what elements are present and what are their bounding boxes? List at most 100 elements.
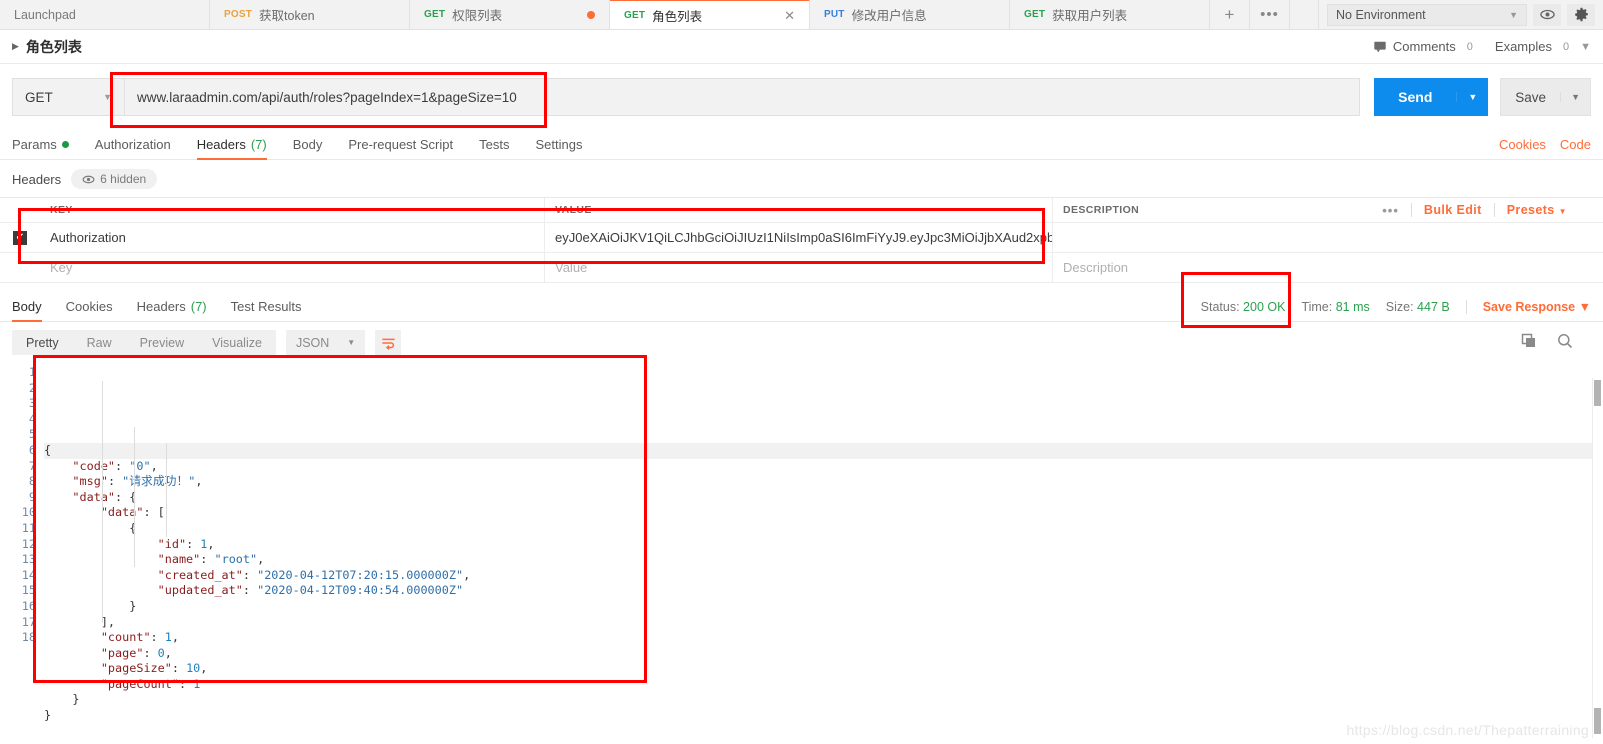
environment-area: No Environment ▼ <box>1319 0 1603 29</box>
environment-selected-label: No Environment <box>1336 7 1426 22</box>
gear-icon <box>1574 7 1588 22</box>
response-format-select[interactable]: JSON ▼ <box>285 330 366 355</box>
view-mode-pretty[interactable]: Pretty <box>12 336 73 350</box>
comments-label: Comments <box>1392 39 1456 54</box>
code-line: "id": 1, <box>157 536 215 551</box>
header-value-input[interactable]: Value <box>545 253 1053 282</box>
response-scrollbar-thumb[interactable] <box>1594 380 1601 406</box>
response-body-actions <box>1521 333 1591 352</box>
send-button[interactable]: Send ▼ <box>1374 78 1489 116</box>
tab-body[interactable]: Body <box>293 137 323 159</box>
code-line: "name": "root", <box>157 552 265 567</box>
fold-guide <box>166 443 167 537</box>
tab-label: Body <box>12 299 42 314</box>
hidden-headers-badge[interactable]: 6 hidden <box>71 169 158 189</box>
cookies-link[interactable]: Cookies <box>1499 137 1546 152</box>
copy-to-clipboard-button[interactable] <box>1521 333 1537 352</box>
save-response-button[interactable]: Save Response ▼ <box>1483 300 1591 314</box>
tab-role-list[interactable]: GET 角色列表 ✕ <box>610 0 810 29</box>
header-key-cell[interactable]: Authorization <box>40 223 545 252</box>
tab-method-badge: GET <box>624 10 646 21</box>
tab-tests[interactable]: Tests <box>479 137 509 159</box>
response-tab-cookies[interactable]: Cookies <box>66 299 113 321</box>
tab-modify-user[interactable]: PUT 修改用户信息 <box>810 0 1010 29</box>
chevron-down-icon: ▼ <box>1580 40 1591 53</box>
header-description-cell[interactable] <box>1053 223 1603 252</box>
table-row-empty[interactable]: Key Value Description <box>0 253 1603 283</box>
word-wrap-icon <box>382 338 395 350</box>
comments-count: 0 <box>1466 40 1473 53</box>
fold-guide <box>102 381 103 623</box>
response-body-code[interactable]: { "code": "0", "msg": "请求成功！", "data": {… <box>44 365 1603 724</box>
chevron-down-icon[interactable]: ▼ <box>1560 92 1590 102</box>
response-meta: Status: 200 OK Time: 81 ms Size: 447 B S… <box>1201 300 1591 321</box>
view-mode-visualize[interactable]: Visualize <box>198 336 276 350</box>
tab-method-badge: GET <box>1024 9 1046 20</box>
tab-user-list[interactable]: GET 获取用户列表 <box>1010 0 1210 29</box>
tab-permission-list[interactable]: GET 权限列表 <box>410 0 610 29</box>
settings-button[interactable] <box>1567 3 1595 26</box>
view-mode-preview[interactable]: Preview <box>126 336 198 350</box>
tab-pre-request-script[interactable]: Pre-request Script <box>348 137 453 159</box>
code-link[interactable]: Code <box>1560 137 1591 152</box>
tab-authorization[interactable]: Authorization <box>95 137 171 159</box>
code-line: { <box>44 442 1603 459</box>
comments-button[interactable]: Comments 0 <box>1373 39 1473 54</box>
table-row[interactable]: ✔ Authorization eyJ0eXAiOiJKV1QiLCJhbGci… <box>0 223 1603 253</box>
response-scrollbar-thumb-bottom[interactable] <box>1594 708 1601 734</box>
size-value: 447 B <box>1417 300 1450 314</box>
response-tab-headers[interactable]: Headers (7) <box>137 299 207 321</box>
environment-selector[interactable]: No Environment ▼ <box>1327 3 1527 26</box>
tab-label: Headers <box>196 137 246 152</box>
tab-params[interactable]: Params <box>12 137 69 159</box>
column-key: KEY <box>40 198 545 222</box>
header-value-value: eyJ0eXAiOiJKV1QiLCJhbGciOiJIUzI1NiIsImp0… <box>555 230 1052 245</box>
code-line: "updated_at": "2020-04-12T09:40:54.00000… <box>157 583 464 598</box>
examples-button[interactable]: Examples 0 ▼ <box>1495 39 1591 54</box>
new-tab-button[interactable]: + <box>1210 0 1250 29</box>
view-mode-raw[interactable]: Raw <box>73 336 126 350</box>
code-line: "pageCount": 1 <box>100 676 201 691</box>
request-url-input[interactable]: www.laraadmin.com/api/auth/roles?pageInd… <box>124 78 1361 116</box>
headers-table-tools: ••• Bulk Edit Presets ▼ <box>1370 203 1593 218</box>
bulk-edit-link[interactable]: Bulk Edit <box>1412 203 1494 217</box>
response-tab-test-results[interactable]: Test Results <box>231 299 302 321</box>
search-response-button[interactable] <box>1557 333 1573 352</box>
request-url-row: GET ▼ www.laraadmin.com/api/auth/roles?p… <box>0 64 1603 130</box>
expander-icon[interactable]: ▶ <box>12 41 19 52</box>
send-button-label: Send <box>1398 89 1433 105</box>
status-badge: Status: 200 OK <box>1201 300 1286 314</box>
tab-launchpad[interactable]: Launchpad <box>0 0 210 29</box>
tab-overflow-menu-icon[interactable]: ••• <box>1250 0 1290 29</box>
response-body-viewer[interactable]: 1 2 3 4 5 6 7 8 9 10 11 12 13 14 15 16 17 18 { "code": "0… <box>0 361 1603 724</box>
headers-count: (7) <box>250 137 267 152</box>
tab-label: 获取用户列表 <box>1052 9 1128 23</box>
params-active-dot <box>61 141 69 148</box>
header-value-cell[interactable]: eyJ0eXAiOiJKV1QiLCJhbGciOiJIUzI1NiIsImp0… <box>545 223 1053 252</box>
tab-get-token[interactable]: POST 获取token <box>210 0 410 29</box>
code-line: ], <box>100 614 116 629</box>
word-wrap-toggle[interactable] <box>375 330 402 355</box>
chevron-down-icon[interactable]: ▼ <box>1456 92 1488 102</box>
column-description-wrapper: DESCRIPTION ••• Bulk Edit Presets ▼ <box>1053 198 1603 222</box>
close-icon[interactable]: ✕ <box>784 9 795 22</box>
save-request-button[interactable]: Save ▼ <box>1500 78 1591 116</box>
header-key-input[interactable]: Key <box>40 253 545 282</box>
unsaved-indicator-dot <box>587 10 595 19</box>
header-enabled-checkbox[interactable]: ✔ <box>0 230 40 245</box>
presets-button[interactable]: Presets ▼ <box>1495 203 1579 217</box>
code-line: } <box>129 598 137 613</box>
page-title: 角色列表 <box>25 38 82 55</box>
tab-settings[interactable]: Settings <box>535 137 582 159</box>
code-line: "data": { <box>72 489 137 504</box>
header-value-placeholder: Value <box>555 260 588 275</box>
http-method-select[interactable]: GET ▼ <box>12 78 124 116</box>
header-description-input[interactable]: Description <box>1053 253 1603 282</box>
response-body-toolbar: Pretty Raw Preview Visualize JSON ▼ <box>0 322 1603 361</box>
response-tab-body[interactable]: Body <box>12 299 42 322</box>
response-scrollbar-track[interactable] <box>1592 378 1603 738</box>
more-options-icon[interactable]: ••• <box>1370 203 1411 218</box>
tab-headers[interactable]: Headers (7) <box>196 137 267 160</box>
environment-quick-look-button[interactable] <box>1533 3 1561 26</box>
tab-bar: Launchpad POST 获取token GET 权限列表 GET 角色列表… <box>0 0 1603 30</box>
